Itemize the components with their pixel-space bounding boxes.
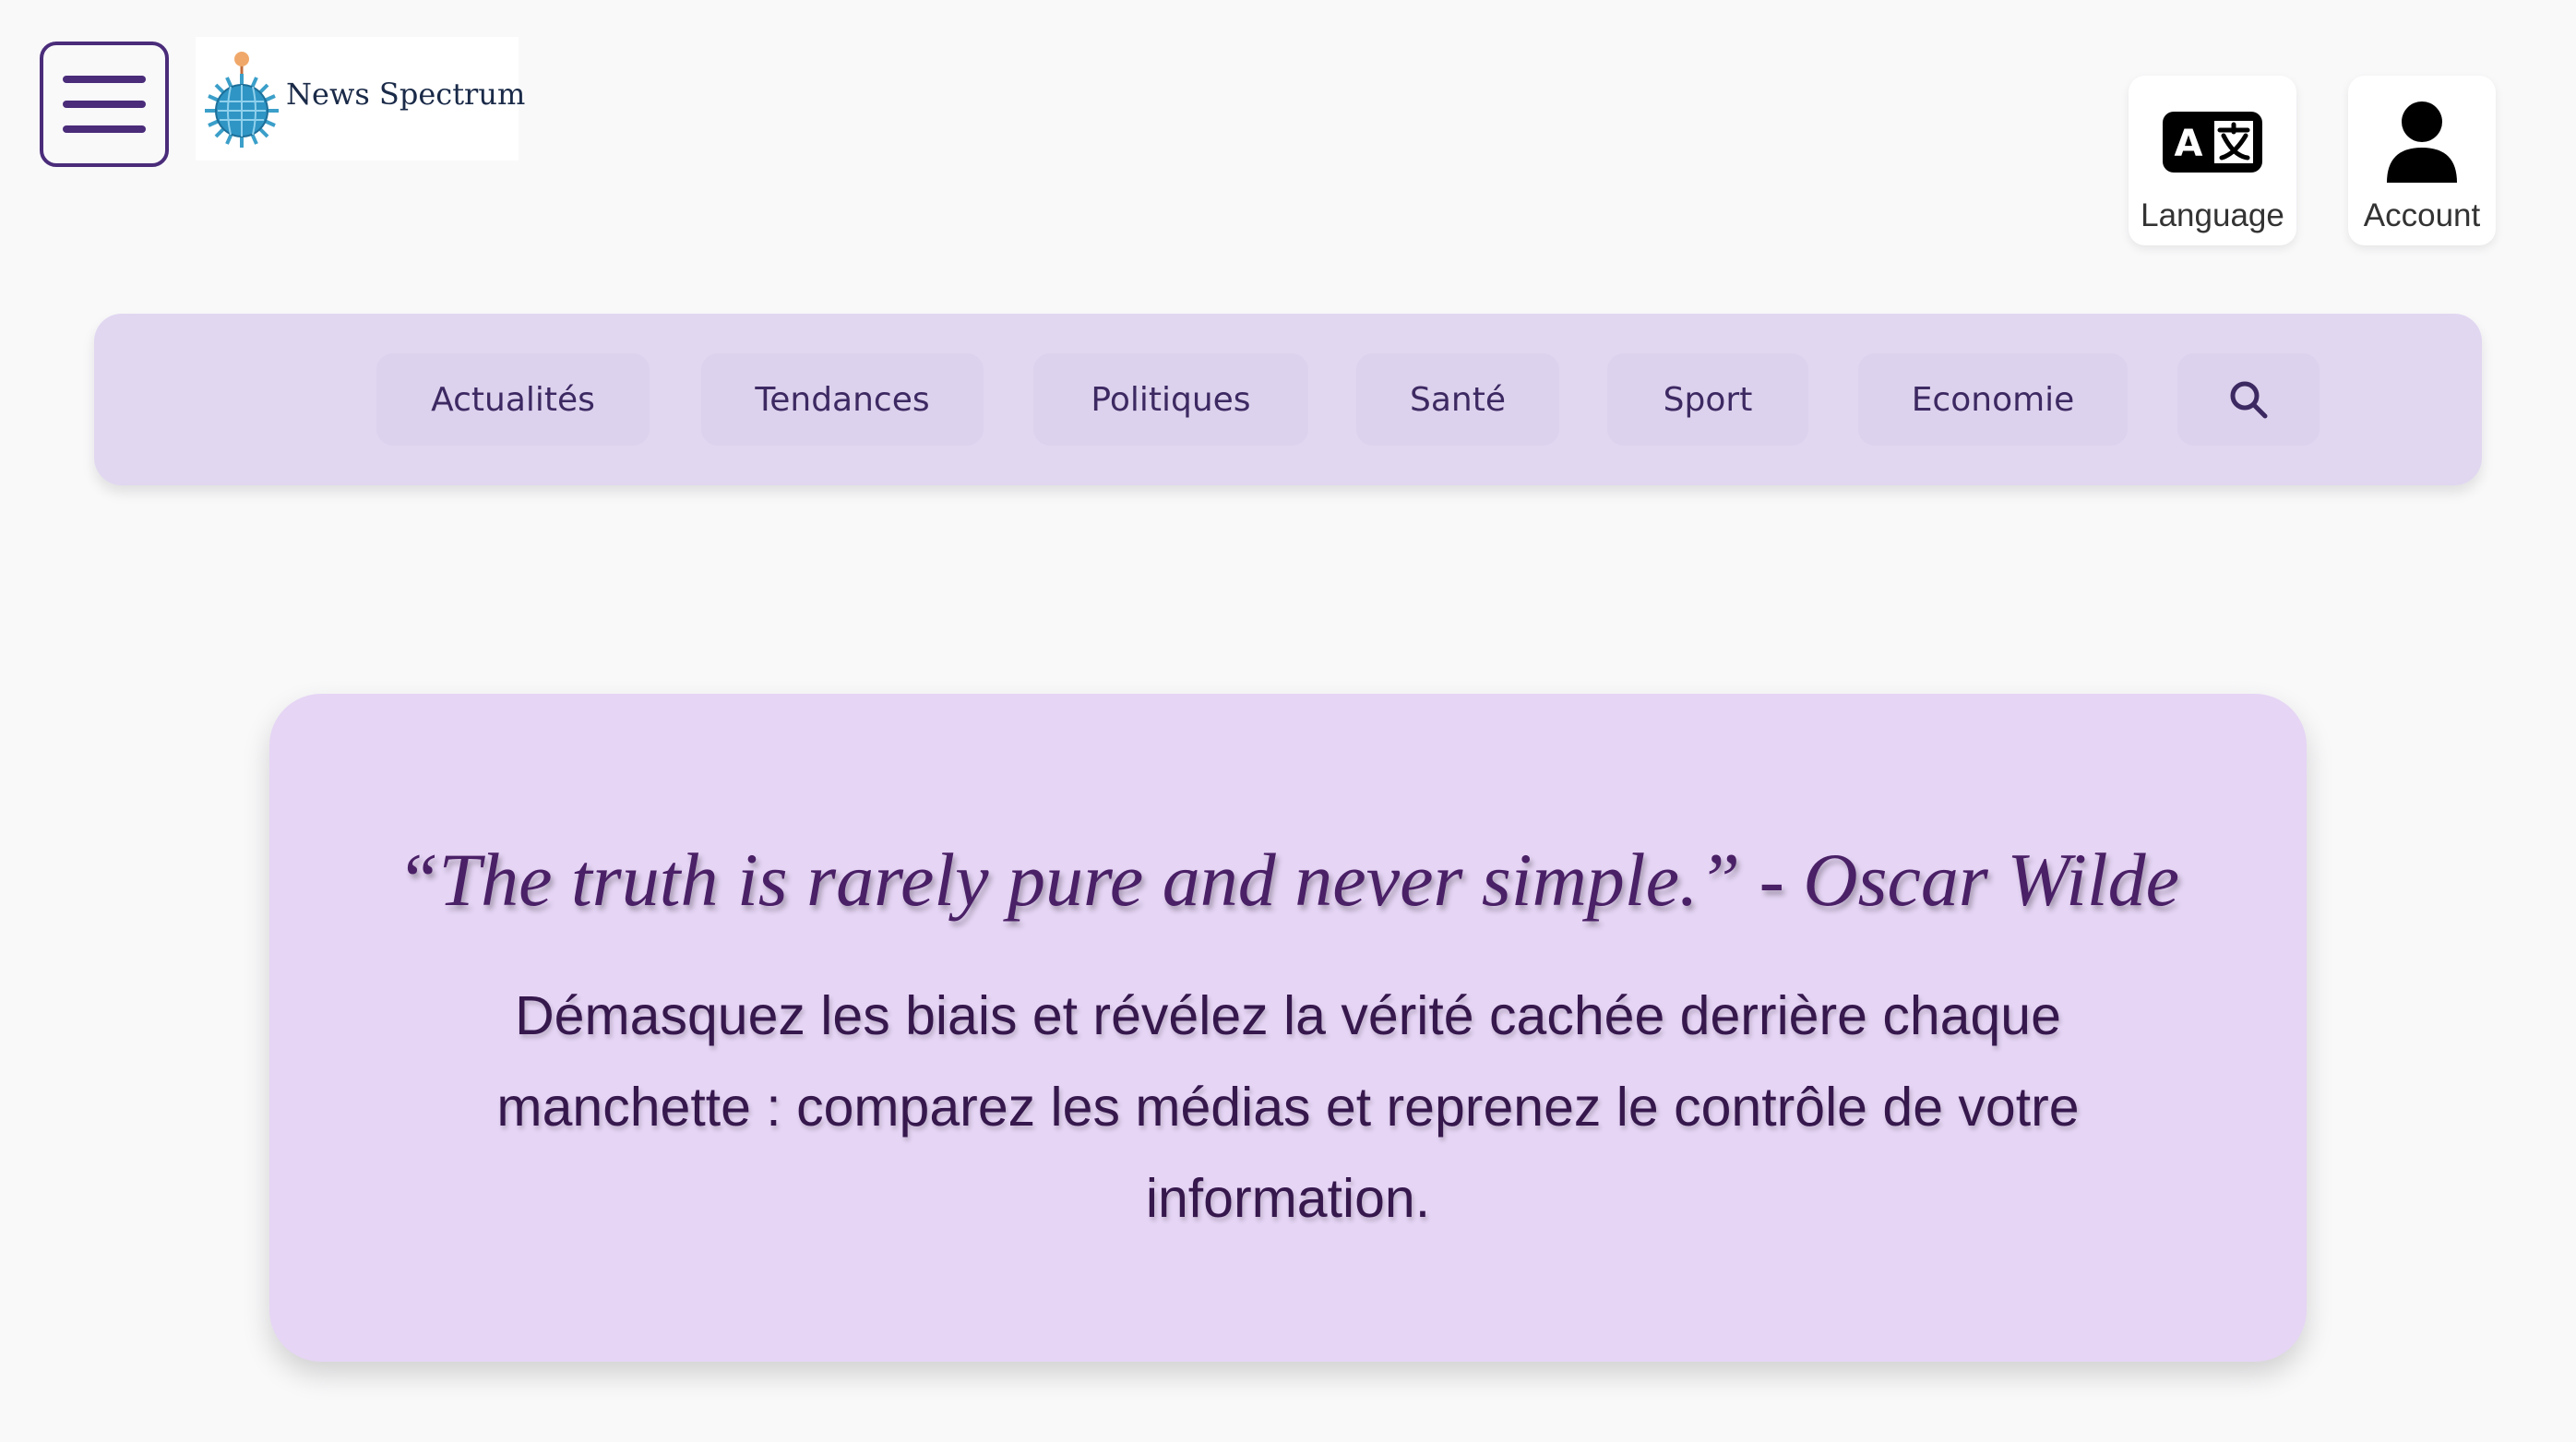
hamburger-icon-bar xyxy=(63,125,146,133)
hamburger-icon-bar xyxy=(63,76,146,83)
globe-logo-icon xyxy=(205,52,279,148)
menu-button[interactable] xyxy=(40,42,169,167)
search-icon xyxy=(2230,381,2268,419)
hero-tagline: Démasquez les biais et révélez la vérité… xyxy=(496,985,2080,1229)
nav-item-actualites[interactable]: Actualités xyxy=(376,353,650,446)
nav-item-economie[interactable]: Economie xyxy=(1858,353,2128,446)
hero-card: “The truth is rarely pure and never simp… xyxy=(269,694,2307,1362)
nav-item-sport[interactable]: Sport xyxy=(1607,353,1808,446)
nav-item-tendances[interactable]: Tendances xyxy=(701,353,984,446)
nav-item-politiques[interactable]: Politiques xyxy=(1033,353,1308,446)
nav-item-sante[interactable]: Santé xyxy=(1356,353,1559,446)
hamburger-icon-bar xyxy=(63,101,146,108)
hero-quote: “The truth is rarely pure and never simp… xyxy=(396,838,2180,922)
translate-icon: A xyxy=(2161,100,2264,185)
language-button[interactable]: A Language xyxy=(2129,76,2296,245)
logo-text: News Spectrum xyxy=(286,77,526,112)
svg-text:A: A xyxy=(2175,123,2203,165)
language-label: Language xyxy=(2141,197,2284,233)
category-navbar: Actualités Tendances Politiques Santé Sp… xyxy=(94,314,2482,485)
user-icon xyxy=(2385,100,2459,185)
account-button[interactable]: Account xyxy=(2348,76,2496,245)
site-logo[interactable]: News Spectrum xyxy=(196,37,525,161)
page: News Spectrum A Language Account Actuali… xyxy=(0,0,2576,1442)
search-button[interactable] xyxy=(2177,353,2320,446)
account-label: Account xyxy=(2363,197,2481,233)
